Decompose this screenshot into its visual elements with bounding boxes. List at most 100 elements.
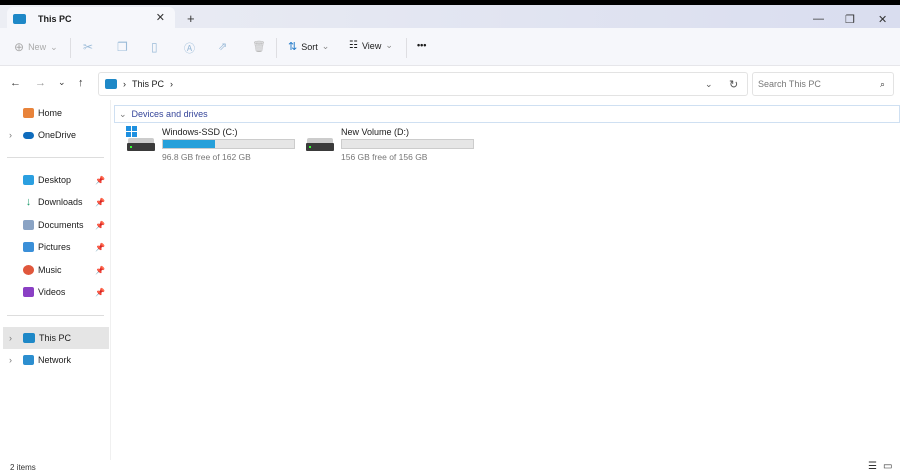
pin-icon[interactable]: 📌 xyxy=(95,198,105,207)
drive-name: Windows-SSD (C:) xyxy=(162,127,238,137)
label: This PC xyxy=(39,333,72,343)
label: OneDrive xyxy=(38,130,77,140)
monitor-icon xyxy=(13,13,26,24)
chevron-down-icon: ⌄ xyxy=(50,41,58,52)
sidebar-item-pictures[interactable]: Pictures 📌 xyxy=(0,237,109,257)
share-icon[interactable]: ⇗ xyxy=(218,40,227,53)
sidebar-item-music[interactable]: Music 📌 xyxy=(0,260,109,280)
tiles-view-button[interactable]: ▭ xyxy=(883,461,892,472)
group-title: Devices and drives xyxy=(131,109,208,119)
drive-free-space: 156 GB free of 156 GB xyxy=(341,152,428,162)
status-item-count: 2 items xyxy=(10,463,36,472)
chevron-right-icon[interactable]: › xyxy=(9,355,12,365)
breadcrumb-separator: › xyxy=(170,79,174,89)
address-dropdown-icon[interactable]: ⌄ xyxy=(705,79,713,90)
sort-label: Sort xyxy=(301,41,318,52)
documents-icon xyxy=(23,220,34,230)
drive-c[interactable]: Windows-SSD (C:) 96.8 GB free of 162 GB xyxy=(126,126,306,166)
pin-icon[interactable]: 📌 xyxy=(95,243,105,252)
drive-name: New Volume (D:) xyxy=(341,127,410,137)
forward-button[interactable]: → xyxy=(35,77,46,89)
rename-icon[interactable]: Ⓐ xyxy=(184,40,195,56)
paste-icon[interactable]: ▯ xyxy=(151,40,158,54)
chevron-down-icon: ⌄ xyxy=(119,108,127,119)
label: Desktop xyxy=(38,175,72,185)
sidebar-item-documents[interactable]: Documents 📌 xyxy=(0,215,109,235)
music-icon xyxy=(23,265,34,275)
breadcrumb-this-pc[interactable]: This PC xyxy=(132,79,164,89)
breadcrumb-separator: › xyxy=(123,79,126,89)
command-bar: ⊕ New ⌄ ✂ ❐ ▯ Ⓐ ⇗ 🗑 ⇅ Sort ⌄ ☷ View ⌄ ••• xyxy=(0,28,900,66)
label: Pictures xyxy=(38,242,71,252)
up-button[interactable]: ↑ xyxy=(78,77,84,89)
chevron-right-icon[interactable]: › xyxy=(9,333,12,343)
copy-icon[interactable]: ❐ xyxy=(117,40,128,54)
view-icon: ☷ xyxy=(349,40,358,51)
sidebar-item-downloads[interactable]: ↓ Downloads 📌 xyxy=(0,192,109,212)
desktop-icon xyxy=(23,175,34,185)
chevron-right-icon[interactable]: › xyxy=(9,130,12,140)
cut-icon[interactable]: ✂ xyxy=(83,40,93,54)
view-button[interactable]: ☷ View ⌄ xyxy=(349,40,393,51)
monitor-icon xyxy=(105,79,117,89)
tab-this-pc[interactable]: This PC ✕ xyxy=(7,7,175,30)
drive-usage-fill xyxy=(163,140,216,148)
navigation-pane: Home › OneDrive Desktop 📌 ↓ Downloads 📌 Docu… xyxy=(0,100,111,460)
minimize-button[interactable]: — xyxy=(813,13,824,25)
pictures-icon xyxy=(23,242,34,252)
sidebar-item-network[interactable]: › Network xyxy=(0,350,109,370)
monitor-icon xyxy=(23,333,35,343)
more-options-button[interactable]: ••• xyxy=(417,40,426,50)
label: Videos xyxy=(38,287,66,297)
chevron-down-icon: ⌄ xyxy=(385,40,393,50)
close-window-button[interactable]: ✕ xyxy=(878,13,887,26)
sidebar-item-videos[interactable]: Videos 📌 xyxy=(0,282,109,302)
hard-drive-icon xyxy=(126,134,156,152)
maximize-button[interactable]: ❐ xyxy=(845,13,855,26)
hard-drive-icon xyxy=(305,134,335,152)
drive-free-space: 96.8 GB free of 162 GB xyxy=(162,152,251,162)
divider xyxy=(7,157,104,158)
divider xyxy=(70,38,71,58)
delete-icon[interactable]: 🗑 xyxy=(252,40,266,53)
pin-icon[interactable]: 📌 xyxy=(95,221,105,230)
sort-icon: ⇅ xyxy=(288,41,298,53)
drive-usage-bar xyxy=(162,139,295,149)
network-icon xyxy=(23,355,34,365)
group-header-devices[interactable]: ⌄ Devices and drives xyxy=(114,105,900,123)
chevron-down-icon: ⌄ xyxy=(321,41,330,51)
recent-locations-button[interactable]: ⌄ xyxy=(58,77,66,88)
drive-d[interactable]: New Volume (D:) 156 GB free of 156 GB xyxy=(305,126,485,166)
details-view-button[interactable]: ☰ xyxy=(868,461,877,472)
label: Home xyxy=(38,108,63,118)
divider xyxy=(276,38,277,58)
divider xyxy=(406,38,407,58)
view-label: View xyxy=(361,40,382,51)
address-bar[interactable]: › This PC › ⌄ ↻ xyxy=(98,72,748,96)
refresh-icon[interactable]: ↻ xyxy=(729,78,738,91)
new-tab-button[interactable]: + xyxy=(187,11,195,26)
divider xyxy=(7,315,104,316)
label: Network xyxy=(38,355,72,365)
pin-icon[interactable]: 📌 xyxy=(95,176,105,185)
sidebar-item-home[interactable]: Home xyxy=(0,103,109,123)
label: Downloads xyxy=(38,197,83,207)
new-label: New xyxy=(28,42,47,52)
pin-icon[interactable]: 📌 xyxy=(95,288,105,297)
tab-title: This PC xyxy=(38,13,72,24)
plus-circle-icon: ⊕ xyxy=(14,40,25,54)
new-button[interactable]: ⊕ New ⌄ xyxy=(14,40,58,54)
sort-button[interactable]: ⇅ Sort ⌄ xyxy=(288,40,329,53)
cloud-icon xyxy=(23,131,34,139)
search-icon: ⌕ xyxy=(879,78,885,89)
search-input[interactable]: Search This PC ⌕ xyxy=(752,72,894,96)
sidebar-item-desktop[interactable]: Desktop 📌 xyxy=(0,170,109,190)
back-button[interactable]: ← xyxy=(10,77,21,89)
pin-icon[interactable]: 📌 xyxy=(95,266,105,275)
label: Documents xyxy=(38,220,84,230)
sidebar-item-this-pc[interactable]: › This PC xyxy=(3,327,109,349)
sidebar-item-onedrive[interactable]: › OneDrive xyxy=(0,125,109,145)
drive-usage-bar xyxy=(341,139,474,149)
videos-icon xyxy=(23,287,34,297)
close-tab-icon[interactable]: ✕ xyxy=(156,11,165,24)
